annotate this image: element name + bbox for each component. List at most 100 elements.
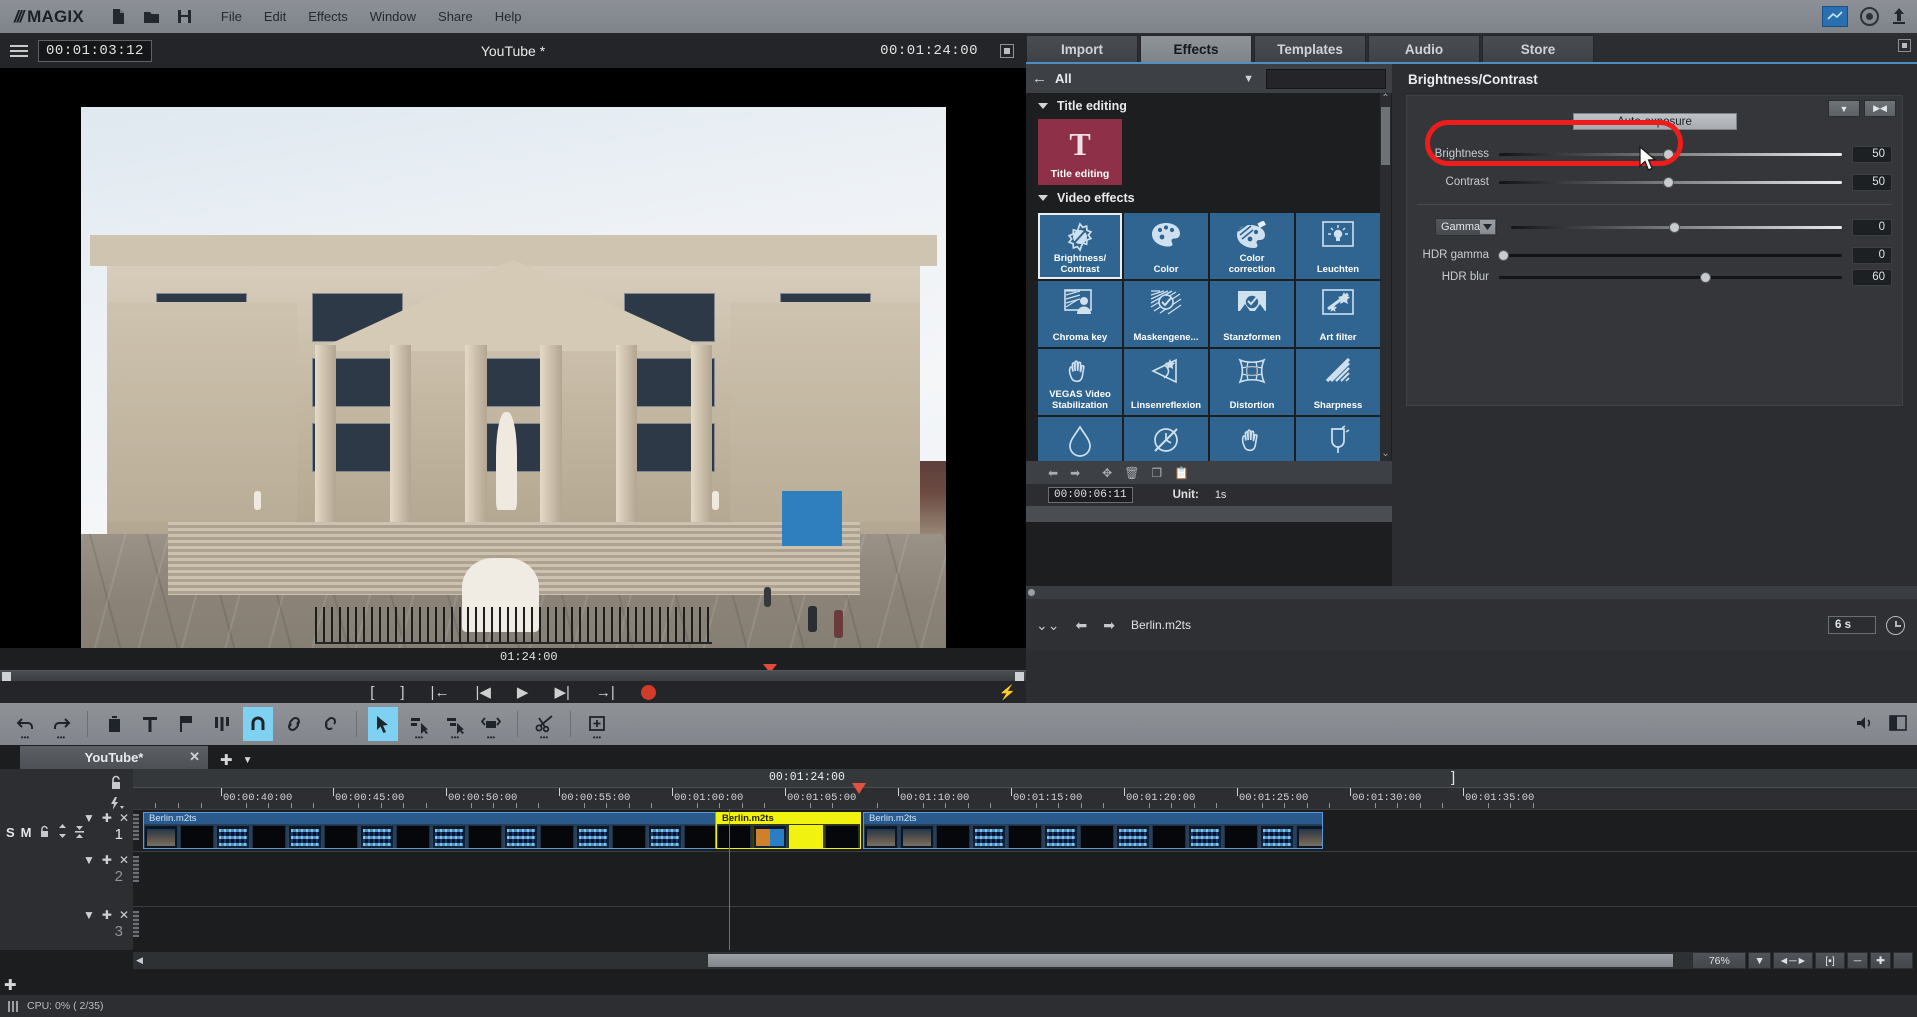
zoom-in-icon[interactable]: ✚ [1870, 952, 1891, 969]
effect-tile-distortion[interactable]: Distortion [1210, 349, 1294, 415]
track-add-icon[interactable]: ✚ [102, 853, 112, 867]
group-header-title-editing[interactable]: Title editing [1026, 93, 1392, 119]
upload-icon[interactable] [1891, 7, 1907, 27]
tab-effects[interactable]: Effects [1140, 35, 1252, 63]
contrast-value[interactable]: 50 [1852, 173, 1892, 191]
track-lock-icon[interactable] [38, 825, 51, 841]
track-collapse-icon[interactable] [74, 824, 85, 841]
caret-down-icon[interactable] [1038, 195, 1048, 201]
effect-tile-brightness-contrast[interactable]: Brightness/Contrast [1038, 213, 1122, 279]
next-arrow-icon[interactable]: ➡ [1070, 466, 1080, 480]
effect-tile-sharpness[interactable]: Sharpness [1296, 349, 1380, 415]
effect-tile-color-correction[interactable]: Color correction [1210, 213, 1294, 279]
contrast-slider[interactable] [1499, 175, 1842, 189]
hdr-blur-slider[interactable] [1499, 270, 1842, 284]
split-right-icon[interactable]: ••• [440, 707, 470, 742]
prev-arrow-icon[interactable]: ⬅ [1048, 466, 1058, 480]
redo-icon[interactable]: ••• [46, 707, 76, 742]
group-header-video-effects[interactable]: Video effects [1026, 185, 1392, 211]
scroll-up-icon[interactable]: ⌃ [1380, 93, 1391, 106]
track-lane[interactable]: Berlin.m2ts Berlin.m2ts Berlin.m2ts [133, 809, 1917, 851]
track-resize-handle[interactable] [133, 814, 139, 840]
effect-tile-color[interactable]: Color [1124, 213, 1208, 279]
effect-tile-chroma-key[interactable]: Chroma key [1038, 281, 1122, 347]
auto-exposure-button[interactable]: Auto-exposure [1572, 113, 1737, 130]
search-input[interactable] [1266, 68, 1386, 89]
effect-tile-no-clock[interactable] [1124, 417, 1208, 461]
play-button[interactable]: ▶ [517, 683, 529, 701]
slider-knob[interactable] [1701, 272, 1711, 282]
add-tab-icon[interactable]: ✚ [220, 751, 233, 769]
gamma-slider[interactable] [1511, 220, 1842, 234]
effect-tile-hand2[interactable] [1210, 417, 1294, 461]
timeline-clip-selected[interactable]: Berlin.m2ts [716, 812, 861, 849]
duration-input[interactable]: 6 s [1828, 616, 1876, 634]
effect-tile-plugin[interactable] [1296, 417, 1380, 461]
track-lane[interactable] [133, 851, 1917, 906]
timeline-clip[interactable]: Berlin.m2ts [143, 812, 716, 849]
zoom-extra-button[interactable] [1893, 952, 1913, 969]
jump-end-button[interactable]: →| [596, 684, 615, 701]
mixer-icon[interactable] [207, 707, 237, 741]
footer-scroll-strip[interactable] [1026, 586, 1917, 599]
gamma-mode-combo[interactable]: Gamma [1435, 218, 1497, 236]
preview-time-strip[interactable]: 01:24:00 [0, 648, 1026, 673]
track-menu-icon[interactable]: ▼ [83, 908, 95, 922]
caret-down-icon[interactable] [1038, 103, 1048, 109]
track-resize-handle[interactable] [133, 856, 139, 882]
track-close-icon[interactable]: ✕ [119, 853, 129, 867]
next-frame-button[interactable]: ▶| [554, 683, 569, 701]
undo-icon[interactable]: ••• [10, 707, 40, 742]
store-button[interactable] [1822, 6, 1848, 27]
copy-icon[interactable]: ❐ [1151, 466, 1162, 480]
title-icon[interactable] [135, 707, 165, 741]
scrollbar-thumb[interactable] [1381, 107, 1390, 165]
save-disk-icon[interactable] [176, 8, 193, 25]
tile-title-editing[interactable]: T Title editing [1038, 119, 1122, 185]
timeline-horizontal-scrollbar[interactable]: ◀ ▶ [133, 952, 1707, 969]
dropdown-dots[interactable]: ••• [10, 734, 40, 742]
preview-performance-icon[interactable]: ⚡ [999, 684, 1016, 701]
close-icon[interactable]: ✕ [189, 749, 200, 765]
zoom-out-icon[interactable]: ─ [1847, 952, 1868, 969]
browser-vertical-scrollbar[interactable]: ⌃ ⌄ [1380, 93, 1391, 461]
scroll-dot[interactable] [1028, 589, 1035, 596]
range-handle-right[interactable] [1015, 672, 1024, 681]
prev-frame-button[interactable]: |◀ [475, 683, 490, 701]
gamma-value[interactable]: 0 [1852, 218, 1892, 236]
delete-icon[interactable]: 🗑 [1124, 466, 1139, 480]
new-document-icon[interactable] [110, 8, 127, 25]
add-track-icon[interactable]: ✚ [4, 976, 17, 994]
paste-icon[interactable]: 📋 [1174, 466, 1189, 480]
hdr-gamma-slider[interactable] [1499, 248, 1842, 262]
slider-knob[interactable] [1499, 250, 1508, 260]
link-icon[interactable] [279, 707, 309, 741]
slider-knob[interactable] [1669, 222, 1679, 232]
clock-icon[interactable] [1886, 615, 1905, 635]
timeline-clip[interactable]: Berlin.m2ts [863, 812, 1323, 849]
brightness-value[interactable]: 50 [1852, 145, 1892, 163]
panel-maximize-button[interactable] [1898, 39, 1911, 52]
stretch-icon[interactable]: ••• [476, 707, 506, 742]
timeline-tab-youtube[interactable]: YouTube* ✕ [20, 746, 208, 769]
preset-dropdown-button[interactable]: ▼ [1828, 100, 1860, 117]
open-folder-icon[interactable] [143, 8, 160, 25]
menu-edit[interactable]: Edit [264, 9, 286, 24]
scroll-down-icon[interactable]: ⌄ [1380, 448, 1391, 461]
magnet-icon[interactable] [243, 707, 273, 741]
preview-maximize-button[interactable] [1000, 43, 1014, 58]
timeline-ruler[interactable]: 00:01:24:00 ] 00:00:40:00 00:00:45:00 00… [133, 769, 1917, 809]
effect-tile-vegas-video-stabilization[interactable]: VEGAS Video Stabilization [1038, 349, 1122, 415]
menu-share[interactable]: Share [438, 9, 473, 24]
add-icon[interactable]: ✥ [1102, 466, 1112, 480]
range-handle-left[interactable] [2, 672, 11, 681]
lock-icon[interactable] [109, 775, 123, 793]
video-canvas[interactable] [0, 68, 1026, 717]
fit-width-icon[interactable]: ◄─► [1772, 952, 1813, 969]
dropdown-dots[interactable]: ••• [529, 734, 559, 742]
browser-horizontal-scrollbar[interactable] [1026, 506, 1392, 522]
speaker-icon[interactable] [1855, 715, 1875, 734]
prev-object-icon[interactable]: ⬅ [1075, 617, 1087, 634]
unit-value[interactable]: 1s [1215, 489, 1227, 501]
tab-store[interactable]: Store [1482, 35, 1594, 63]
